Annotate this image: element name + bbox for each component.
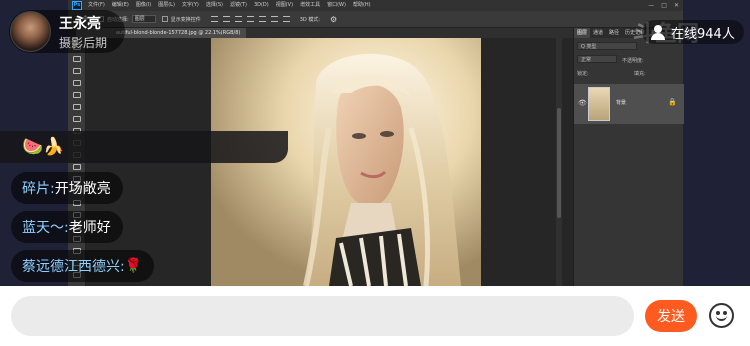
chat-username[interactable]: 蔡远德江西德兴: — [22, 256, 125, 276]
emoji-icon[interactable] — [709, 303, 734, 328]
lasso-tool[interactable] — [73, 68, 81, 74]
ps-menu-type[interactable]: 文字(Y) — [182, 0, 199, 11]
chat-text: 老师好 — [68, 220, 111, 236]
chat-username[interactable]: 碎片: — [22, 178, 55, 198]
frame-tool[interactable] — [73, 104, 81, 110]
tab-channels[interactable]: 通道 — [590, 28, 606, 38]
gear-icon[interactable]: ⚙ — [330, 15, 337, 24]
streamer-name: 王永亮 — [59, 16, 101, 32]
layer-kind-label: Q 类型 — [581, 44, 597, 50]
align-middle-icon[interactable] — [258, 16, 266, 22]
ps-document-tabs: autiful-blond-blonde-157728.jpg @ 22.1%(… — [76, 28, 573, 38]
marquee-tool[interactable] — [73, 56, 81, 62]
streamer-subtitle: 摄影后期 — [59, 36, 108, 50]
ps-layers-panel: 图层 通道 路径 历史记录 颜色 Q 类型 正常 不透明度: 锁定: 填充: 👁… — [573, 28, 684, 286]
minimize-icon[interactable]: — — [648, 1, 654, 10]
send-button[interactable]: 发送 — [645, 300, 697, 332]
transform-controls-label: 显示变换控件 — [170, 16, 201, 23]
auto-select-dropdown[interactable]: 图层 — [131, 15, 156, 23]
lock-icon[interactable]: 🔒 — [668, 98, 677, 106]
align-top-icon[interactable] — [246, 16, 254, 22]
streamer-badge[interactable]: 王永亮 摄影后期 — [9, 10, 125, 53]
avatar[interactable] — [10, 11, 51, 52]
transform-controls-checkbox[interactable] — [161, 16, 168, 22]
ps-menu-image[interactable]: 图像(I) — [136, 0, 151, 11]
layer-thumbnail — [588, 87, 610, 121]
ps-menu-help[interactable]: 帮助(H) — [353, 0, 371, 11]
fill-label: 填充: — [634, 71, 646, 77]
chat-emoji-message: 🍉🍌 — [22, 137, 65, 157]
maximize-icon[interactable]: □ — [661, 1, 667, 10]
eyedropper-tool[interactable] — [73, 116, 81, 122]
blend-mode-label: 正常 — [581, 57, 592, 63]
chat-message: 蔡远德江西德兴: 🌹 — [11, 250, 155, 282]
opacity-label: 不透明度: — [622, 58, 644, 64]
ps-options-bar: ✥ 自动选择: 图层 显示变换控件 3D 模式: ⚙ — [68, 11, 683, 28]
ps-menu-layer[interactable]: 图层(L) — [158, 0, 175, 11]
layer-row-background[interactable]: 👁 背景 🔒 — [574, 84, 684, 124]
ps-menu-filter[interactable]: 滤镜(T) — [230, 0, 247, 11]
ps-canvas-scrollbar[interactable] — [556, 38, 562, 286]
user-icon — [649, 23, 667, 41]
layer-kind-filter[interactable]: Q 类型 — [577, 42, 637, 50]
quick-select-tool[interactable] — [73, 80, 81, 86]
chat-username[interactable]: 蓝天～: — [22, 217, 69, 237]
layer-name: 背景 — [616, 100, 627, 106]
align-right-icon[interactable] — [234, 16, 242, 22]
online-count: 在线944人 — [671, 26, 735, 42]
chat-input[interactable] — [11, 296, 634, 336]
chat-text: 🌹 — [124, 258, 143, 274]
ps-menu-edit[interactable]: 编辑(E) — [112, 0, 129, 11]
eye-icon[interactable]: 👁 — [578, 98, 587, 108]
3d-mode-label: 3D 模式: — [299, 16, 321, 23]
ps-logo-icon: Ps — [72, 1, 82, 10]
ps-menu-view[interactable]: 视图(V) — [276, 0, 293, 11]
lock-label: 锁定: — [577, 71, 589, 77]
align-buttons — [210, 16, 290, 22]
ps-menu-plugins[interactable]: 增效工具 — [300, 0, 320, 11]
chat-text: 开场敞亮 — [54, 181, 111, 197]
tab-layers[interactable]: 图层 — [574, 28, 591, 38]
align-bottom-icon[interactable] — [270, 16, 278, 22]
ps-scroll-thumb[interactable] — [557, 108, 561, 218]
ps-menu-bar: Ps 文件(F) 编辑(E) 图像(I) 图层(L) 文字(Y) 选择(S) 滤… — [68, 0, 683, 11]
chat-message: 蓝天～: 老师好 — [11, 211, 123, 243]
ps-menu-window[interactable]: 窗口(W) — [327, 0, 346, 11]
ps-menu-select[interactable]: 选择(S) — [206, 0, 223, 11]
align-center-icon[interactable] — [222, 16, 230, 22]
chat-input-bar: 发送 — [0, 286, 750, 346]
ps-menu-3d[interactable]: 3D(D) — [254, 0, 269, 11]
tab-paths[interactable]: 路径 — [606, 28, 622, 38]
online-count-badge[interactable]: 在线944人 — [642, 20, 744, 44]
close-icon[interactable]: ✕ — [674, 1, 679, 10]
blend-mode-select[interactable]: 正常 — [577, 55, 617, 63]
chat-message: 碎片: 开场敞亮 — [11, 172, 123, 204]
align-left-icon[interactable] — [210, 16, 218, 22]
live-stream-view: Ps 文件(F) 编辑(E) 图像(I) 图层(L) 文字(Y) 选择(S) 滤… — [0, 0, 750, 286]
distribute-icon[interactable] — [282, 16, 290, 22]
crop-tool[interactable] — [73, 92, 81, 98]
history-brush-tool[interactable] — [73, 164, 81, 170]
